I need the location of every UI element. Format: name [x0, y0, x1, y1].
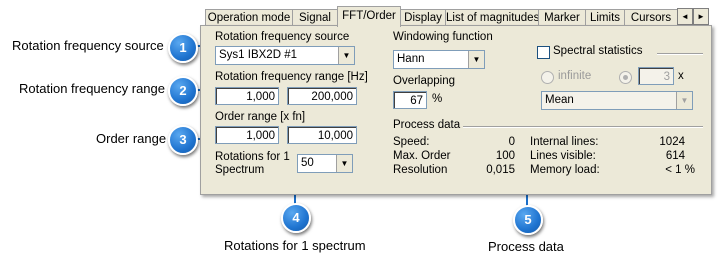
- callout-label-rotation-source: Rotation frequency source: [12, 38, 164, 53]
- chevron-down-icon[interactable]: ▼: [676, 92, 692, 109]
- order-range-max-input[interactable]: 10,000: [287, 126, 357, 144]
- callout-label-rotation-range: Rotation frequency range: [19, 81, 165, 96]
- tab-signal[interactable]: Signal: [292, 9, 338, 26]
- resolution-value: 0,015: [486, 164, 515, 176]
- tab-scroll-left-icon[interactable]: ◄: [677, 8, 693, 25]
- rotation-range-label: Rotation frequency range [Hz]: [215, 71, 368, 83]
- windowing-value: Hann: [397, 53, 425, 65]
- rotations-spectrum-value: 50: [301, 157, 314, 169]
- tab-limits[interactable]: Limits: [585, 9, 625, 26]
- callout-label-rotations-spectrum: Rotations for 1 spectrum: [224, 238, 366, 253]
- max-order-value: 100: [495, 150, 515, 162]
- fft-order-panel: Rotation frequency source Sys1 IBX2D #1 …: [200, 25, 712, 195]
- max-order-label: Max. Order: [393, 150, 451, 162]
- callout-badge-5: 5: [513, 205, 543, 235]
- callout-badge-1: 1: [168, 33, 198, 63]
- tab-scroll-right-icon[interactable]: ►: [693, 8, 709, 25]
- tab-marker[interactable]: Marker: [538, 9, 586, 26]
- tab-display[interactable]: Display: [400, 9, 446, 26]
- chevron-down-icon[interactable]: ▼: [468, 51, 484, 68]
- tab-fft-order[interactable]: FFT/Order: [337, 6, 401, 27]
- rotation-range-min-input[interactable]: 1,000: [215, 87, 279, 105]
- tab-strip: Operation mode Signal FFT/Order Display …: [200, 6, 712, 27]
- rotation-source-select[interactable]: Sys1 IBX2D #1 ▼: [215, 46, 355, 65]
- callout-badge-2: 2: [168, 76, 198, 106]
- spectral-statistics-checkbox[interactable]: [537, 46, 550, 59]
- statistics-mode-select[interactable]: Mean ▼: [541, 91, 693, 110]
- rotations-spectrum-label-line1: Rotations for 1: [215, 151, 290, 163]
- memory-load-value: < 1 %: [665, 164, 695, 176]
- process-data-divider: [463, 126, 703, 128]
- internal-lines-value: 1024: [659, 136, 685, 148]
- internal-lines-label: Internal lines:: [530, 136, 599, 148]
- callout-label-order-range: Order range: [96, 131, 167, 146]
- fft-order-dialog: Operation mode Signal FFT/Order Display …: [200, 6, 712, 196]
- tab-cursors[interactable]: Cursors: [624, 9, 678, 26]
- rotation-range-max-input[interactable]: 200,000: [287, 87, 357, 105]
- windowing-label: Windowing function: [393, 31, 493, 43]
- statistics-count-unit: x: [678, 70, 684, 82]
- process-data-title: Process data: [393, 119, 461, 131]
- speed-value: 0: [508, 136, 515, 148]
- memory-load-label: Memory load:: [530, 164, 600, 176]
- rotation-source-label: Rotation frequency source: [215, 31, 350, 43]
- rotations-spectrum-select[interactable]: 50 ▼: [297, 154, 353, 173]
- tab-operation-mode[interactable]: Operation mode: [205, 9, 293, 26]
- count-radio[interactable]: [619, 71, 632, 84]
- infinite-radio[interactable]: [541, 71, 554, 84]
- spectral-statistics-label: Spectral statistics: [553, 45, 643, 57]
- overlapping-input[interactable]: 67: [393, 91, 427, 109]
- lines-visible-label: Lines visible:: [530, 150, 596, 162]
- infinite-label: infinite: [558, 70, 592, 82]
- statistics-mode-value: Mean: [545, 94, 574, 106]
- lines-visible-value: 614: [665, 150, 685, 162]
- order-range-label: Order range [x fn]: [215, 111, 306, 123]
- callout-label-process-data: Process data: [488, 239, 564, 254]
- overlapping-unit: %: [432, 93, 443, 105]
- speed-label: Speed:: [393, 136, 430, 148]
- rotations-spectrum-label-line2: Spectrum: [215, 164, 265, 176]
- tab-list-of-magnitudes[interactable]: List of magnitudes: [445, 9, 539, 26]
- callout-badge-4: 4: [281, 203, 311, 233]
- spectral-statistics-divider: [657, 53, 703, 55]
- chevron-down-icon[interactable]: ▼: [336, 155, 352, 172]
- callout-badge-3: 3: [168, 125, 198, 155]
- windowing-select[interactable]: Hann ▼: [393, 50, 485, 69]
- overlapping-label: Overlapping: [393, 75, 456, 87]
- rotation-source-value: Sys1 IBX2D #1: [219, 49, 297, 61]
- resolution-label: Resolution: [393, 164, 448, 176]
- order-range-min-input[interactable]: 1,000: [215, 126, 279, 144]
- chevron-down-icon[interactable]: ▼: [338, 47, 354, 64]
- statistics-count-input[interactable]: 3: [638, 67, 674, 85]
